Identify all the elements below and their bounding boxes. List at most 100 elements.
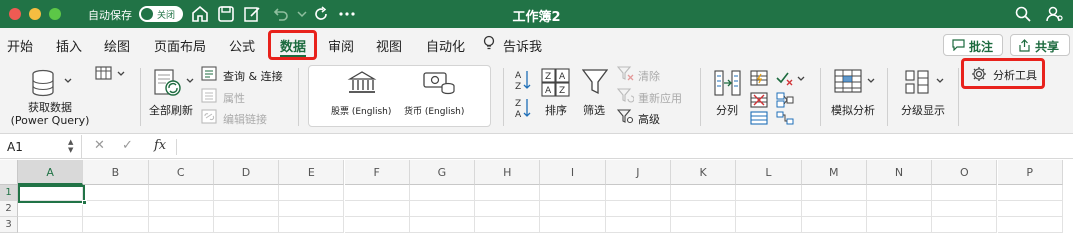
column-header-n[interactable]: N <box>866 160 933 185</box>
cell[interactable] <box>18 217 84 233</box>
column-header-f[interactable]: F <box>344 160 410 185</box>
currencies-label[interactable]: 货币 (English) <box>404 104 464 117</box>
cell[interactable] <box>83 185 149 201</box>
comments-button[interactable]: 批注 <box>943 34 1003 56</box>
tell-me-search[interactable]: 告诉我 <box>503 36 542 55</box>
column-header-p[interactable]: P <box>997 160 1063 185</box>
filter-icon[interactable] <box>582 68 608 96</box>
cell[interactable] <box>801 185 867 201</box>
cell[interactable] <box>866 185 933 201</box>
cell[interactable] <box>344 201 410 217</box>
outline-icon[interactable] <box>904 68 932 98</box>
cell[interactable] <box>409 217 476 233</box>
queries-connections-icon[interactable] <box>201 66 217 81</box>
cell[interactable] <box>997 217 1063 233</box>
cell[interactable] <box>475 217 541 233</box>
name-box-stepper-icon[interactable]: ▲ ▼ <box>68 138 73 154</box>
column-header-d[interactable]: D <box>213 160 280 185</box>
outline-dropdown-icon[interactable] <box>936 78 944 84</box>
remove-duplicates-icon[interactable] <box>750 92 768 108</box>
what-if-analysis-icon[interactable] <box>834 68 864 98</box>
cell[interactable] <box>605 185 671 201</box>
minimize-window-button[interactable] <box>29 8 41 20</box>
confirm-icon[interactable]: ✓ <box>122 138 133 153</box>
column-header-a[interactable]: A <box>18 160 84 185</box>
cell[interactable] <box>279 217 345 233</box>
tab-draw[interactable]: 绘图 <box>104 36 130 55</box>
cell[interactable] <box>866 201 933 217</box>
cell[interactable] <box>148 217 214 233</box>
column-header-e[interactable]: E <box>279 160 345 185</box>
refresh-all-label[interactable]: 全部刷新 <box>149 102 193 118</box>
column-header-c[interactable]: C <box>148 160 214 185</box>
tab-review[interactable]: 审阅 <box>328 36 354 55</box>
get-data-label[interactable]: 获取数据 (Power Query) <box>8 101 92 127</box>
home-icon[interactable] <box>190 4 210 24</box>
cell[interactable] <box>279 185 345 201</box>
undo-icon[interactable] <box>270 4 290 24</box>
cell[interactable] <box>736 185 802 201</box>
from-table-icon[interactable] <box>95 66 115 82</box>
cell[interactable] <box>344 217 410 233</box>
edit-icon[interactable] <box>242 4 262 24</box>
column-header-j[interactable]: J <box>605 160 671 185</box>
more-icon[interactable] <box>337 4 357 24</box>
tab-insert[interactable]: 插入 <box>56 36 82 55</box>
cell[interactable] <box>932 201 998 217</box>
cell[interactable] <box>213 201 280 217</box>
data-validation-icon[interactable] <box>750 111 768 125</box>
column-header-h[interactable]: H <box>475 160 541 185</box>
cell[interactable] <box>736 201 802 217</box>
cell[interactable] <box>801 201 867 217</box>
column-header-m[interactable]: M <box>801 160 867 185</box>
column-header-i[interactable]: I <box>540 160 606 185</box>
outline-label[interactable]: 分级显示 <box>901 102 945 118</box>
cell[interactable] <box>279 201 345 217</box>
flash-fill-icon[interactable] <box>750 70 768 86</box>
sort-ascending-icon[interactable]: AZ <box>514 69 532 91</box>
cell[interactable] <box>540 185 606 201</box>
redo-icon[interactable] <box>311 4 331 24</box>
cell[interactable] <box>213 185 280 201</box>
tab-home[interactable]: 开始 <box>7 36 33 55</box>
cell[interactable] <box>409 185 476 201</box>
cell[interactable] <box>148 201 214 217</box>
tab-page-layout[interactable]: 页面布局 <box>154 36 206 55</box>
text-to-columns-label[interactable]: 分列 <box>716 102 738 118</box>
sort-label[interactable]: 排序 <box>545 102 567 118</box>
tab-automate[interactable]: 自动化 <box>426 36 465 55</box>
column-header-l[interactable]: L <box>736 160 802 185</box>
cell[interactable] <box>475 185 541 201</box>
row-header-3[interactable]: 3 <box>0 217 18 233</box>
cell[interactable] <box>605 201 671 217</box>
account-icon[interactable] <box>1044 4 1064 24</box>
insert-function-button[interactable]: fx <box>154 138 166 153</box>
spreadsheet-grid[interactable]: ABCDEFGHIJKLMNOP 123 <box>0 160 1073 241</box>
cell[interactable] <box>997 201 1063 217</box>
queries-connections-label[interactable]: 查询 & 连接 <box>223 68 283 84</box>
relationships-icon[interactable] <box>776 111 794 125</box>
advanced-label[interactable]: 高级 <box>638 111 660 127</box>
fill-handle[interactable] <box>82 200 87 205</box>
advanced-filter-icon[interactable] <box>617 109 634 124</box>
stocks-label[interactable]: 股票 (English) <box>331 104 391 117</box>
cell[interactable] <box>540 217 606 233</box>
cell[interactable] <box>344 185 410 201</box>
consolidate-icon[interactable] <box>776 92 794 108</box>
cancel-icon[interactable]: ✕ <box>94 138 105 153</box>
column-header-b[interactable]: B <box>83 160 149 185</box>
undo-dropdown-icon[interactable] <box>292 4 312 24</box>
stocks-icon[interactable] <box>347 70 377 96</box>
refresh-dropdown-icon[interactable] <box>186 78 194 84</box>
cell[interactable] <box>801 217 867 233</box>
search-icon[interactable] <box>1013 4 1033 24</box>
cell[interactable] <box>148 185 214 201</box>
filter-label[interactable]: 筛选 <box>583 102 605 118</box>
row-header-2[interactable]: 2 <box>0 201 18 217</box>
cell[interactable] <box>83 217 149 233</box>
refresh-all-icon[interactable] <box>154 68 182 98</box>
cell[interactable] <box>671 217 737 233</box>
save-icon[interactable] <box>216 4 236 24</box>
cell[interactable] <box>932 217 998 233</box>
sort-descending-icon[interactable]: ZA <box>514 97 532 119</box>
